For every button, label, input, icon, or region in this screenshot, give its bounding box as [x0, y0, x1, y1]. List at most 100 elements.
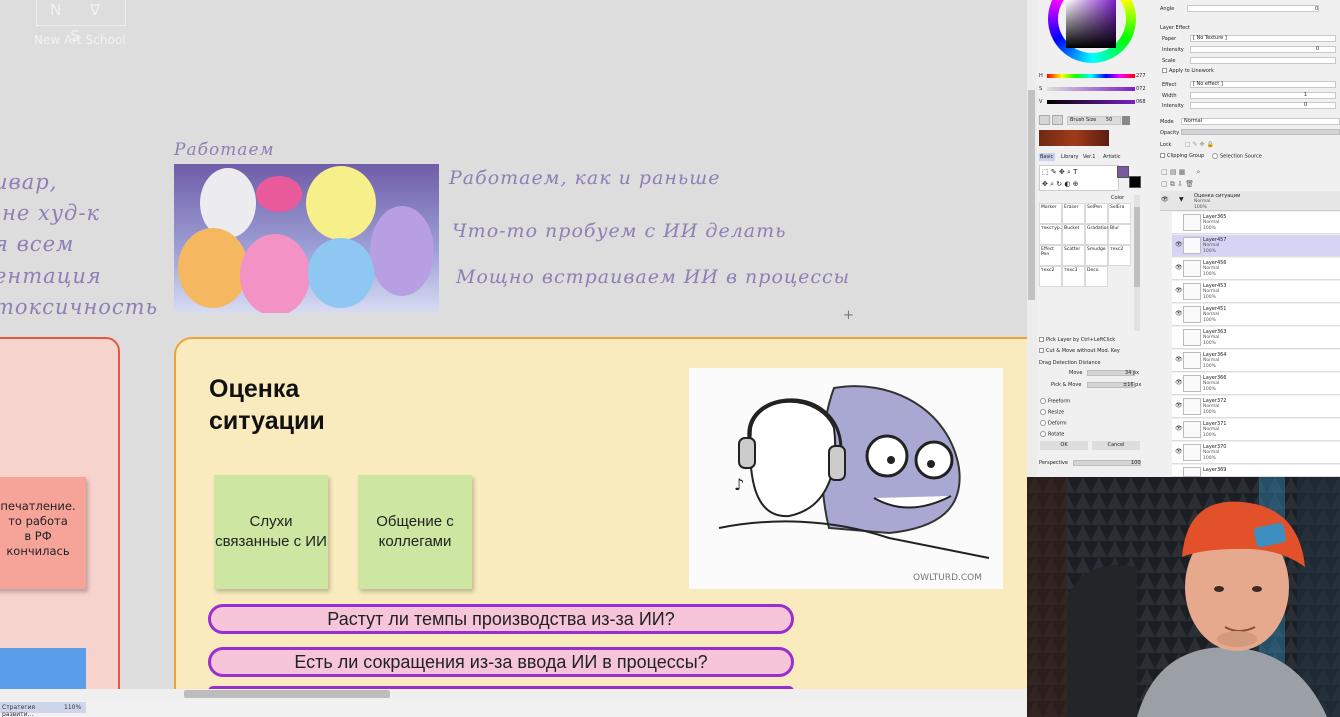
tab-library[interactable]: Library — [1061, 154, 1078, 160]
cancel-button[interactable]: Cancel — [1092, 441, 1140, 450]
paper-field[interactable]: [ No Texture ] — [1190, 35, 1336, 42]
layer-item[interactable]: Layer363 Normal 100% — [1172, 327, 1340, 349]
transform-resize[interactable]: Resize — [1040, 409, 1064, 416]
eye-icon[interactable]: 👁 — [1175, 448, 1183, 455]
eye-icon[interactable]: 👁 — [1175, 379, 1183, 386]
tool-marker[interactable]: Marker — [1039, 203, 1062, 224]
tool-scatter[interactable]: Scatter — [1062, 245, 1085, 266]
folder-expand-icon[interactable]: ▼ — [1179, 196, 1184, 203]
tool-selera[interactable]: SelEra — [1108, 203, 1131, 224]
horizontal-scrollbar[interactable] — [0, 689, 1027, 700]
selection-tools[interactable]: ⬚ ✎ ✥ ⌕ T ✥ ⌕ ↻ ◐ ⊕ — [1039, 165, 1119, 191]
tab-artistic[interactable]: Artistic — [1103, 154, 1121, 160]
clipping-group-checkbox[interactable]: Clipping Group — [1160, 153, 1204, 159]
tool-texc3[interactable]: теxс3 — [1062, 266, 1085, 287]
tab-basic[interactable]: Basic — [1039, 153, 1055, 161]
color-swatch[interactable] — [1052, 115, 1063, 125]
layer-item[interactable]: 👁 Layer456 Normal 100% — [1172, 258, 1340, 280]
canvas-vertical-scrollbar[interactable] — [1027, 0, 1037, 477]
layer-item[interactable]: 👁 Layer370 Normal 100% — [1172, 442, 1340, 464]
crosshair-cursor-icon: + — [843, 308, 854, 323]
brush-preset-icon[interactable] — [1122, 116, 1130, 125]
tool-texc2b[interactable]: теxс2 — [1039, 266, 1062, 287]
layer-item[interactable]: 👁 Layer451 Normal 100% — [1172, 304, 1340, 326]
works-label: Работаем — [174, 140, 275, 160]
width-field[interactable]: 1 — [1190, 92, 1336, 99]
zoom-level[interactable]: 110% — [62, 702, 86, 713]
tool-texture[interactable]: текстур... — [1039, 224, 1064, 245]
brush-size-field[interactable]: Brush Size 50 — [1067, 116, 1121, 125]
tool-deco[interactable]: Deco — [1085, 266, 1108, 287]
option-pick-layer[interactable]: Pick Layer by Ctrl+LeftClick — [1039, 337, 1115, 343]
intensity-field-2[interactable]: 0 — [1190, 102, 1336, 109]
red-sticky-note[interactable]: печатление. то работа в РФ кончилась — [0, 477, 86, 589]
layer-item[interactable]: 👁 Layer366 Normal 100% — [1172, 373, 1340, 395]
layer-item[interactable]: 👁 Layer372 Normal 100% — [1172, 396, 1340, 418]
saturation-slider[interactable] — [1047, 87, 1135, 91]
layer-action-icons[interactable]: ▢ ▤ ▦ ⌕ ▢ ⧉ ⇩ 🗑 — [1161, 166, 1200, 190]
apply-linework-checkbox[interactable]: Apply to Linework — [1162, 68, 1214, 74]
layer-item[interactable]: 👁 Layer371 Normal 100% — [1172, 419, 1340, 441]
scale-field[interactable] — [1190, 57, 1336, 64]
background-color[interactable] — [1129, 176, 1141, 188]
blend-mode-select[interactable]: Normal — [1181, 118, 1340, 125]
tool-panel: H 277 S 072 V 068 Brush Size 50 Basic Li… — [1037, 0, 1157, 477]
hue-slider[interactable] — [1047, 74, 1135, 78]
question-pill-2[interactable]: Есть ли сокращения из-за ввода ИИ в проц… — [208, 647, 794, 677]
layer-item[interactable]: 👁 Layer453 Normal 100% — [1172, 281, 1340, 303]
color-history[interactable] — [1039, 130, 1109, 146]
option-cut-move[interactable]: Cut & Move without Mod. Key — [1039, 348, 1120, 354]
foreground-color[interactable] — [1117, 166, 1129, 178]
eye-icon[interactable]: 👁 — [1175, 310, 1183, 317]
eye-icon[interactable]: 👁 — [1175, 264, 1183, 271]
canvas-vertical-scroll-thumb[interactable] — [1028, 90, 1035, 300]
sticky-rumors[interactable]: Слухи связанные с ИИ — [214, 475, 328, 589]
transform-rotate[interactable]: Rotate — [1040, 431, 1064, 438]
tool-gradation[interactable]: Gradation — [1085, 224, 1109, 245]
tool-effect-pen[interactable]: Effect Pen — [1039, 245, 1062, 266]
ok-button[interactable]: OK — [1040, 441, 1088, 450]
color-swatch[interactable] — [1039, 115, 1050, 125]
drawing-canvas[interactable]: N ∇ S New Art School ивар, -не худ-к я в… — [0, 0, 1027, 700]
sticky-colleagues[interactable]: Общение с коллегами — [358, 475, 472, 589]
tab-ver1[interactable]: Ver.1 — [1083, 154, 1095, 160]
value-slider[interactable] — [1047, 100, 1135, 104]
tool-smudge[interactable]: Smudge — [1085, 245, 1108, 266]
tool-eraser[interactable]: Eraser — [1062, 203, 1085, 224]
angle-field[interactable] — [1187, 5, 1319, 12]
document-tab[interactable]: Стратегия развити... — [0, 702, 62, 717]
eye-icon[interactable]: 👁 — [1175, 356, 1183, 363]
layer-folder[interactable]: 👁 ▼ Оценка ситуации Normal 100% — [1160, 191, 1340, 211]
status-bar: Стратегия развити... 110% — [0, 700, 1027, 717]
svg-text:♪: ♪ — [734, 475, 744, 494]
tool-selpen[interactable]: SelPen — [1085, 203, 1108, 224]
tool-bucket[interactable]: Bucket — [1062, 224, 1085, 245]
transform-freeform[interactable]: Freeform — [1040, 398, 1070, 405]
eye-icon[interactable]: 👁 — [1175, 287, 1183, 294]
layer-item[interactable]: Layer369 — [1172, 465, 1340, 477]
transform-deform[interactable]: Deform — [1040, 420, 1067, 427]
horizontal-scroll-thumb[interactable] — [184, 690, 390, 698]
lock-icons[interactable]: □ ✎ ✥ 🔒 — [1185, 141, 1214, 148]
layer-item-selected[interactable]: 👁 Layer457 Normal 100% — [1172, 235, 1340, 257]
eye-icon[interactable]: 👁 — [1161, 196, 1169, 203]
eye-icon[interactable]: 👁 — [1175, 425, 1183, 432]
tool-blur[interactable]: Blur — [1108, 224, 1131, 245]
pony-image — [174, 164, 439, 313]
blue-sticky-note[interactable] — [0, 648, 86, 693]
left-note-line: токсичность — [0, 295, 159, 319]
eye-icon[interactable]: 👁 — [1175, 402, 1183, 409]
opacity-slider[interactable] — [1181, 129, 1340, 135]
eye-icon[interactable]: 👁 — [1175, 241, 1183, 248]
layer-item[interactable]: Layer365 Normal 100% — [1172, 212, 1340, 234]
school-logo: N ∇ S — [36, 0, 126, 45]
intensity-field[interactable]: 0 — [1190, 46, 1336, 53]
tool-texc2[interactable]: теxс2 — [1108, 245, 1131, 266]
layer-item[interactable]: 👁 Layer364 Normal 100% — [1172, 350, 1340, 372]
tool-scrollbar[interactable] — [1134, 195, 1140, 331]
selection-source-checkbox[interactable]: Selection Source — [1212, 153, 1262, 160]
question-pill-1[interactable]: Растут ли темпы производства из-за ИИ? — [208, 604, 794, 634]
left-note-line: -не худ-к — [0, 201, 101, 225]
effect-field[interactable]: [ No effect ] — [1190, 81, 1336, 88]
saturation-value-square[interactable] — [1066, 0, 1116, 48]
